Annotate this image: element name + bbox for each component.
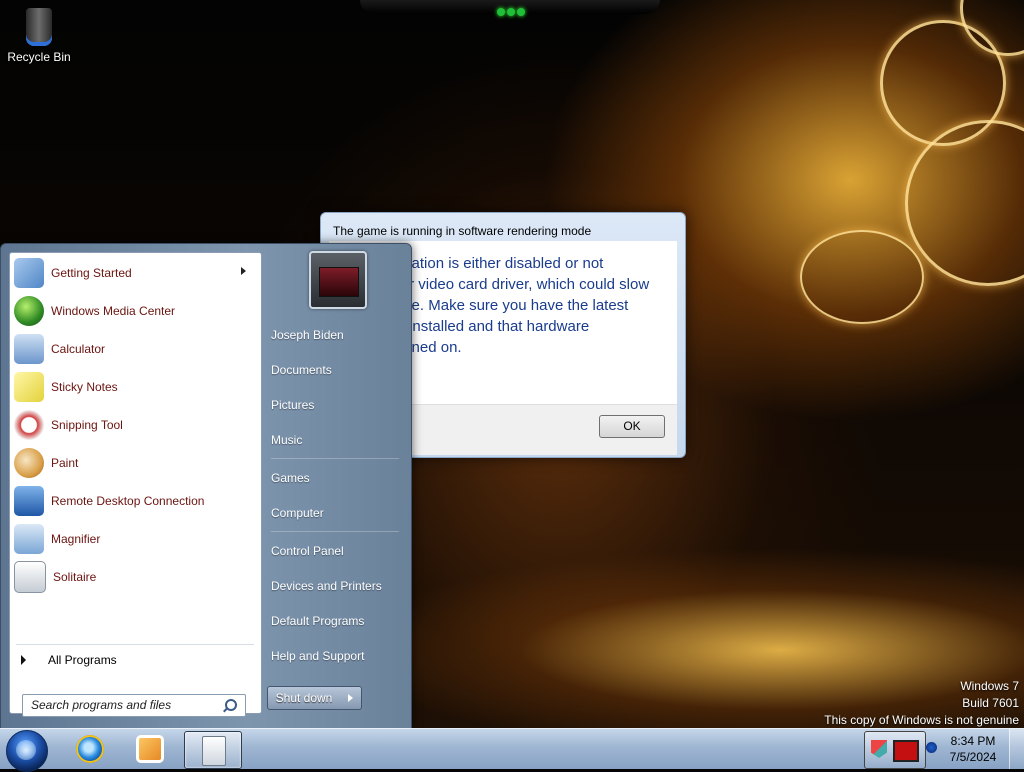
swirl-decoration [905, 120, 1024, 286]
pictures-link[interactable]: Pictures [271, 390, 403, 420]
action-center-flag-icon[interactable] [871, 740, 887, 758]
getting-started-icon [14, 258, 44, 288]
program-label: Solitaire [53, 570, 97, 584]
paint-icon [14, 448, 44, 478]
program-paint[interactable]: Paint [14, 446, 258, 480]
music-link[interactable]: Music [271, 425, 403, 455]
clock-time: 8:34 PM [950, 734, 996, 748]
program-getting-started[interactable]: Getting Started [14, 256, 258, 290]
calculator-icon [14, 334, 44, 364]
program-label: Getting Started [51, 266, 132, 280]
search-input[interactable] [23, 695, 221, 714]
program-label: Snipping Tool [51, 418, 123, 432]
start-search-box[interactable] [22, 694, 246, 717]
tray-icon-group[interactable] [864, 731, 926, 769]
network-icon[interactable] [926, 742, 937, 753]
solitaire-icon [202, 736, 226, 766]
help-support-link[interactable]: Help and Support [271, 641, 403, 671]
games-link[interactable]: Games [271, 463, 403, 493]
magnifier-icon [14, 524, 44, 554]
computer-link[interactable]: Computer [271, 498, 403, 528]
swirl-decoration [800, 230, 924, 324]
start-menu-programs-pane: Getting Started Windows Media Center Cal… [9, 252, 262, 717]
submenu-arrow-icon [241, 267, 246, 275]
sticky-notes-icon [14, 372, 44, 402]
search-icon[interactable] [225, 699, 237, 711]
desktop-icon-recycle-bin[interactable]: Recycle Bin [6, 8, 72, 64]
program-sticky-notes[interactable]: Sticky Notes [14, 370, 258, 404]
start-button[interactable] [6, 730, 48, 772]
default-programs-link[interactable]: Default Programs [271, 606, 403, 636]
program-label: Sticky Notes [51, 380, 118, 394]
program-calculator[interactable]: Calculator [14, 332, 258, 366]
recycle-bin-icon [26, 8, 52, 46]
genuine-watermark: Windows 7 Build 7601 This copy of Window… [824, 678, 1019, 728]
snipping-tool-icon [14, 410, 44, 440]
program-label: Remote Desktop Connection [51, 494, 205, 508]
tray-clock[interactable]: 8:34 PM 7/5/2024 [944, 733, 1002, 765]
shutdown-options-button[interactable] [340, 686, 362, 710]
remote-desktop-icon [14, 486, 44, 516]
devices-printers-link[interactable]: Devices and Printers [271, 571, 403, 601]
watermark-build: Build 7601 [962, 696, 1019, 710]
notification-icon[interactable] [893, 740, 919, 762]
dialog-title: The game is running in software renderin… [333, 224, 592, 238]
program-remote-desktop-connection[interactable]: Remote Desktop Connection [14, 484, 258, 518]
program-magnifier[interactable]: Magnifier [14, 522, 258, 556]
program-windows-media-center[interactable]: Windows Media Center [14, 294, 258, 328]
program-solitaire[interactable]: Solitaire [14, 560, 258, 594]
links-divider [271, 531, 399, 532]
taskbar: 8:34 PM 7/5/2024 [0, 728, 1024, 772]
user-name-link[interactable]: Joseph Biden [271, 320, 403, 350]
expand-arrow-icon [21, 655, 26, 665]
top-dots-decoration [497, 5, 529, 16]
program-label: Paint [51, 456, 79, 470]
taskbar-internet-explorer[interactable] [62, 731, 118, 767]
all-programs-item[interactable]: All Programs [14, 649, 258, 671]
shutdown-button[interactable]: Shut down [267, 686, 341, 710]
internet-explorer-icon [76, 735, 104, 763]
show-desktop-button[interactable] [1009, 729, 1024, 769]
taskbar-media-player[interactable] [122, 731, 178, 767]
program-snipping-tool[interactable]: Snipping Tool [14, 408, 258, 442]
documents-link[interactable]: Documents [271, 355, 403, 385]
links-divider [271, 458, 399, 459]
all-programs-label: All Programs [48, 653, 117, 667]
program-label: Windows Media Center [51, 304, 176, 318]
start-menu: Getting Started Windows Media Center Cal… [0, 243, 412, 730]
media-center-icon [14, 296, 44, 326]
control-panel-link[interactable]: Control Panel [271, 536, 403, 566]
watermark-os: Windows 7 [960, 679, 1019, 693]
program-label: Calculator [51, 342, 106, 356]
programs-divider [16, 644, 254, 645]
program-label: Magnifier [51, 532, 101, 546]
media-player-icon [136, 735, 164, 763]
user-avatar[interactable] [309, 251, 367, 309]
watermark-genuine: This copy of Windows is not genuine [824, 713, 1019, 727]
solitaire-icon [14, 561, 46, 593]
ok-button[interactable]: OK [599, 415, 665, 438]
desktop-icon-label: Recycle Bin [7, 50, 71, 64]
clock-date: 7/5/2024 [949, 750, 997, 764]
taskbar-solitaire[interactable] [184, 731, 242, 769]
